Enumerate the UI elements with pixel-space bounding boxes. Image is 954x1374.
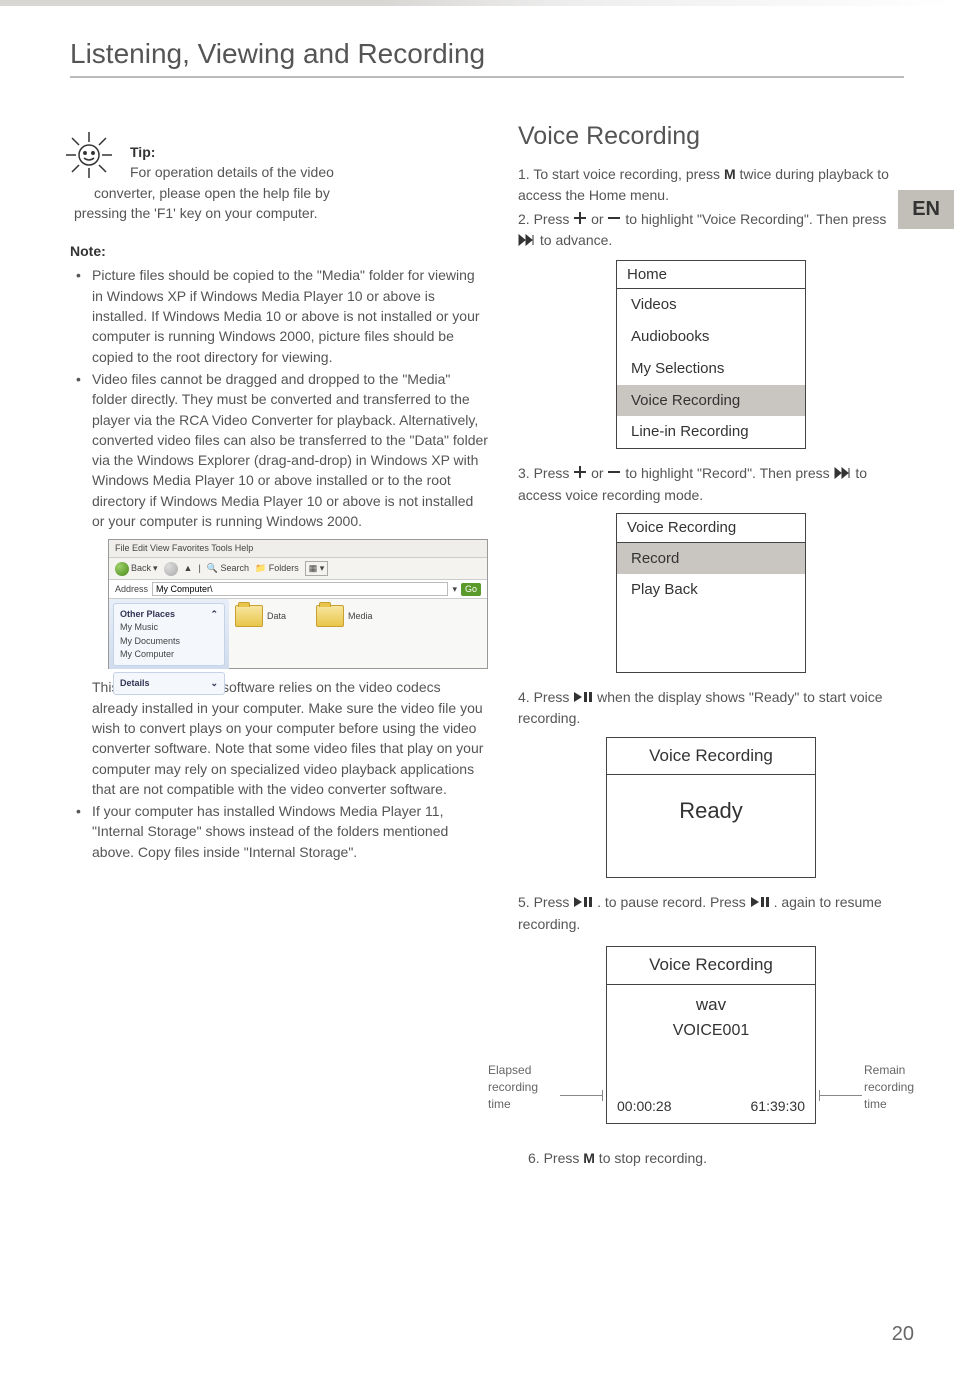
- menu-item-videos[interactable]: Videos: [617, 289, 805, 321]
- play-pause-icon: [573, 688, 593, 708]
- next-icon: [834, 464, 852, 484]
- menu2-title: Voice Recording: [617, 514, 805, 542]
- explorer-folder-media[interactable]: Media: [316, 605, 373, 627]
- explorer-details: Details: [120, 677, 150, 690]
- explorer-address-input[interactable]: [152, 582, 448, 596]
- note-item-2: Video files cannot be dragged and droppe…: [92, 371, 488, 529]
- menu-item-record[interactable]: Record: [617, 543, 805, 575]
- tip-label: Tip:: [130, 142, 488, 162]
- play-pause-icon: [750, 893, 770, 913]
- next-icon: [518, 231, 536, 251]
- step-3: 3. Press or to highlight "Record". Then …: [518, 463, 904, 505]
- note-item-3: If your computer has installed Windows M…: [76, 801, 488, 862]
- display2-filename: VOICE001: [607, 1017, 815, 1056]
- menu-title: Home: [617, 261, 805, 289]
- explorer-search: Search: [221, 563, 250, 573]
- tip-text-line2: converter, please open the help file by: [94, 183, 488, 203]
- page-title: Listening, Viewing and Recording: [70, 38, 904, 70]
- language-tab: EN: [898, 190, 954, 229]
- display2-format: wav: [607, 985, 815, 1018]
- menu-item-voice-recording[interactable]: Voice Recording: [617, 385, 805, 417]
- step-2: 2. Press or to highlight "Voice Recordin…: [518, 209, 904, 252]
- play-pause-icon: [573, 893, 593, 913]
- remain-label: Remain recording time: [864, 1062, 934, 1114]
- tip-text-line1: For operation details of the video: [130, 162, 488, 182]
- explorer-other-places: Other Places: [120, 608, 175, 621]
- note-label: Note:: [70, 241, 488, 261]
- step-5: 5. Press . to pause record. Press . agai…: [518, 892, 904, 934]
- tip-sun-icon: [62, 128, 116, 187]
- plus-icon: [573, 210, 587, 230]
- explorer-screenshot: File Edit View Favorites Tools Help Back…: [108, 539, 488, 669]
- recording-display: Voice Recording wav VOICE001 00:00:28 61…: [606, 946, 816, 1124]
- explorer-folder-data[interactable]: Data: [235, 605, 286, 627]
- step-6: 6. Press M to stop recording.: [528, 1148, 904, 1168]
- remain-time: 61:39:30: [751, 1096, 806, 1116]
- explorer-my-computer[interactable]: My Computer: [120, 648, 218, 661]
- elapsed-label: Elapsed recording time: [488, 1062, 558, 1114]
- note-item-2b: This video converter software relies on …: [92, 677, 488, 799]
- menu-item-audiobooks[interactable]: Audiobooks: [617, 321, 805, 353]
- explorer-my-documents[interactable]: My Documents: [120, 635, 218, 648]
- explorer-folders: Folders: [269, 563, 299, 573]
- display-ready: Ready: [607, 775, 815, 847]
- explorer-go[interactable]: Go: [461, 583, 481, 596]
- step-1: 1. To start voice recording, press M twi…: [518, 164, 904, 205]
- explorer-address-label: Address: [115, 583, 148, 596]
- voice-recording-heading: Voice Recording: [518, 118, 904, 154]
- elapsed-time: 00:00:28: [617, 1096, 672, 1116]
- menu-item-playback[interactable]: Play Back: [617, 574, 805, 606]
- note-item-1: Picture files should be copied to the "M…: [76, 265, 488, 366]
- explorer-back: Back: [131, 562, 151, 575]
- tip-text-line3: pressing the 'F1' key on your computer.: [74, 203, 488, 223]
- explorer-menubar: File Edit View Favorites Tools Help: [109, 540, 487, 558]
- page-number: 20: [892, 1323, 914, 1346]
- explorer-my-music[interactable]: My Music: [120, 621, 218, 634]
- ready-display: Voice Recording Ready: [606, 737, 816, 879]
- minus-icon: [607, 464, 621, 484]
- home-menu: Home Videos Audiobooks My Selections Voi…: [616, 260, 806, 450]
- plus-icon: [573, 464, 587, 484]
- menu-item-linein[interactable]: Line-in Recording: [617, 416, 805, 448]
- minus-icon: [607, 210, 621, 230]
- display-title: Voice Recording: [607, 738, 815, 776]
- voice-recording-menu: Voice Recording Record Play Back: [616, 513, 806, 673]
- step-4: 4. Press when the display shows "Ready" …: [518, 687, 904, 729]
- display2-title: Voice Recording: [607, 947, 815, 985]
- menu-item-myselections[interactable]: My Selections: [617, 353, 805, 385]
